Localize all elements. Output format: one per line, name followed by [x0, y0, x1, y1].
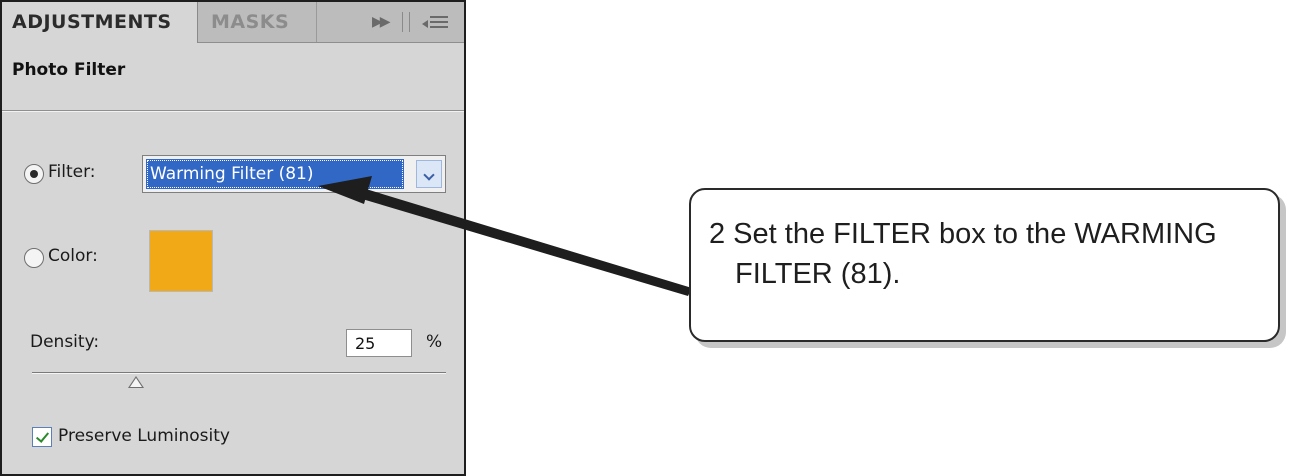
filter-select-value[interactable]: Warming Filter (81) — [146, 159, 404, 189]
preserve-luminosity-checkbox[interactable] — [32, 427, 52, 447]
color-radio[interactable] — [24, 248, 44, 268]
chevron-down-icon[interactable] — [416, 160, 442, 188]
callout-text: 2 Set the FILTER box to the WARMING FILT… — [709, 218, 1217, 290]
instruction-callout: 2 Set the FILTER box to the WARMING FILT… — [689, 188, 1280, 342]
density-slider-thumb[interactable] — [127, 376, 144, 388]
collapse-panel-icon[interactable]: ▶▶ — [372, 14, 390, 30]
filter-label: Filter: — [48, 162, 96, 182]
panel-grip-icon[interactable] — [402, 12, 410, 32]
panel-tab-bar: ADJUSTMENTS MASKS ▶▶ — [2, 2, 464, 43]
divider — [2, 110, 464, 112]
preserve-luminosity-label: Preserve Luminosity — [58, 426, 230, 446]
panel-menu-icon[interactable] — [422, 13, 448, 31]
adjustments-panel: ADJUSTMENTS MASKS ▶▶ Photo Filter Filter… — [0, 0, 466, 476]
color-swatch[interactable] — [149, 230, 213, 292]
density-label: Density: — [30, 332, 100, 352]
filter-radio[interactable] — [24, 164, 44, 184]
filter-select[interactable]: Warming Filter (81) — [142, 155, 446, 193]
tab-masks[interactable]: MASKS — [199, 2, 317, 42]
density-slider-track[interactable] — [32, 372, 446, 374]
radio-selected-dot — [30, 170, 38, 178]
tab-adjustments[interactable]: ADJUSTMENTS — [2, 2, 198, 43]
density-unit: % — [426, 332, 443, 352]
color-label: Color: — [48, 246, 98, 266]
density-input[interactable]: 25 — [346, 329, 412, 357]
section-title: Photo Filter — [12, 60, 126, 80]
